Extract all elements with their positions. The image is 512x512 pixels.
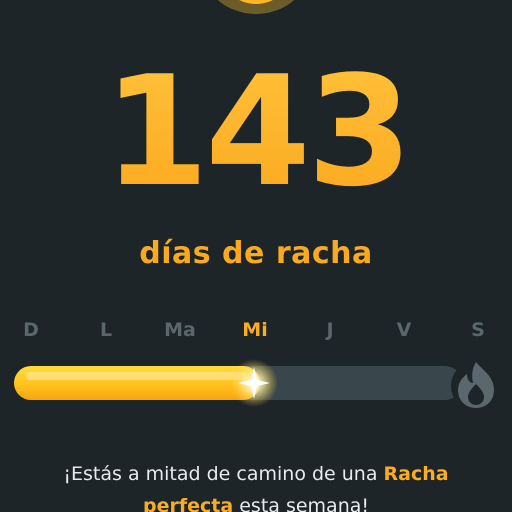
- progress-message: ¡Estás a mitad de camino de una Racha pe…: [30, 458, 482, 512]
- day-label: D: [23, 319, 39, 341]
- day-label: L: [99, 319, 113, 341]
- streak-count: 143: [0, 52, 512, 212]
- message-highlight: perfecta: [143, 495, 234, 512]
- streak-label: días de racha: [139, 236, 373, 271]
- flame-goal-icon: [451, 361, 501, 411]
- message-highlight: Racha: [383, 463, 449, 485]
- streak-screen: 143 días de racha D L Ma Mi J V S ¡Estás…: [0, 0, 512, 512]
- flame-icon: [217, 0, 295, 14]
- week-days: D L Ma Mi J V S: [0, 316, 512, 344]
- message-text: esta semana!: [233, 495, 369, 512]
- day-label-today: Mi: [242, 319, 268, 341]
- message-text: ¡Estás a mitad de camino de una: [63, 463, 384, 485]
- day-label: S: [471, 319, 485, 341]
- day-label: Ma: [164, 319, 196, 341]
- day-label: V: [396, 319, 412, 341]
- day-label: J: [326, 319, 334, 341]
- sparkle-icon: [230, 359, 278, 407]
